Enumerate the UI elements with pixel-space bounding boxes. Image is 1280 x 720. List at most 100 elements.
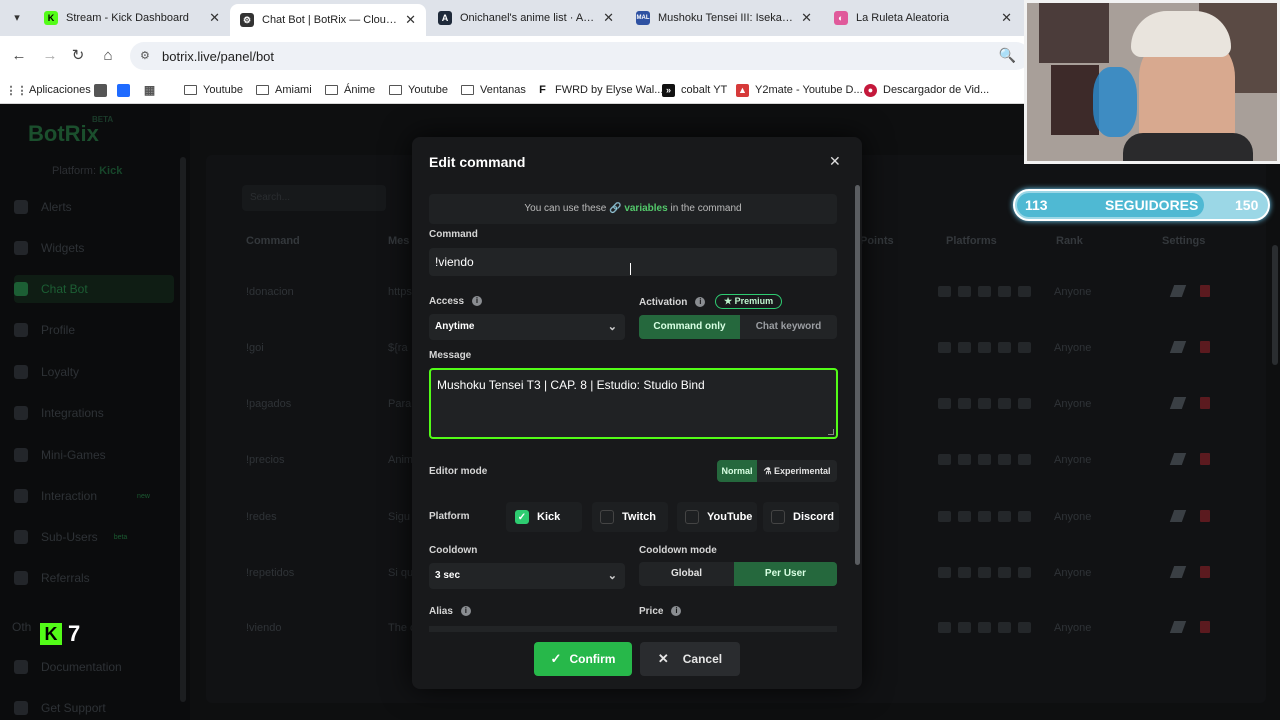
address-bar[interactable]: ⚙ botrix.live/panel/bot 🔍 (130, 42, 1030, 70)
alias-price-inputs-clipped[interactable] (429, 626, 837, 632)
tab-botrix-chatbot[interactable]: ⚙ Chat Bot | BotRix — Cloud Stre ✕ (230, 4, 426, 36)
cancel-button[interactable]: ✕ Cancel (640, 642, 740, 676)
search-input[interactable]: Search... (242, 185, 386, 211)
sidebar-item-chat-bot[interactable]: Chat Bot (14, 275, 174, 303)
editor-mode-experimental[interactable]: ⚗ Experimental (757, 460, 837, 482)
sidebar-scrollbar[interactable] (180, 157, 186, 702)
site-info-icon[interactable]: ⚙ (140, 49, 150, 62)
botrix-favicon-icon: ⚙ (240, 13, 254, 27)
bookmark-folder-ventanas[interactable]: Ventanas (461, 81, 526, 99)
info-icon[interactable]: i (671, 606, 682, 617)
sidebar-item-integrations[interactable]: Integrations (14, 399, 174, 427)
cooldown-mode-global[interactable]: Global (639, 562, 734, 586)
cooldown-mode-per-user[interactable]: Per User (734, 562, 837, 586)
sidebar-item-referrals[interactable]: Referrals (14, 564, 174, 592)
tab-title: Onichanel's anime list · AniList (460, 12, 596, 24)
bookmark-folder-youtube[interactable]: Youtube (184, 81, 243, 99)
sidebar-item-label: Interaction (41, 489, 98, 503)
platform-checkbox-youtube[interactable]: YouTube (685, 505, 752, 529)
column-header-message[interactable]: Mes (388, 235, 409, 247)
edit-icon[interactable] (1169, 397, 1187, 409)
sidebar-item-get-support[interactable]: Get Support (14, 694, 174, 720)
kick-logo-icon: K (40, 623, 62, 645)
close-tab-icon[interactable]: ✕ (209, 10, 220, 26)
platform-checkbox-twitch[interactable]: Twitch (600, 505, 656, 529)
home-icon[interactable]: ⌂ (98, 46, 118, 66)
sidebar-item-widgets[interactable]: Widgets (14, 234, 174, 262)
trash-icon[interactable] (1200, 621, 1210, 633)
bookmark-folder-amiami[interactable]: Amiami (256, 81, 312, 99)
bookmark-descargador[interactable]: ● Descargador de Vid... (864, 81, 989, 99)
sidebar-item-alerts[interactable]: Alerts (14, 193, 174, 221)
edit-icon[interactable] (1169, 566, 1187, 578)
bookmark-cobalt[interactable]: » cobalt YT (662, 81, 727, 99)
reload-icon[interactable]: ↻ (68, 46, 88, 66)
confirm-button[interactable]: ✓ Confirm (534, 642, 632, 676)
info-icon[interactable]: i (695, 297, 706, 308)
sidebar-item-profile[interactable]: Profile (14, 316, 174, 344)
close-tab-icon[interactable]: ✕ (405, 12, 416, 28)
resize-handle-icon[interactable] (828, 429, 834, 435)
platform-checkbox-discord[interactable]: Discord (771, 505, 834, 529)
trash-icon[interactable] (1200, 510, 1210, 522)
cancel-label: Cancel (682, 652, 723, 666)
activation-chat-keyword[interactable]: Chat keyword (740, 315, 837, 339)
activation-command-only[interactable]: Command only (639, 315, 740, 339)
chevron-down-icon: ⌄ (607, 321, 617, 333)
bookmark-folder-anime[interactable]: Ánime (325, 81, 375, 99)
tab-kick-dashboard[interactable]: K Stream - Kick Dashboard ✕ (34, 4, 230, 32)
bookmark-folder-youtube-2[interactable]: Youtube (389, 81, 448, 99)
column-header-platforms[interactable]: Platforms (946, 235, 997, 247)
close-tab-icon[interactable]: ✕ (603, 10, 614, 26)
message-textarea[interactable]: Mushoku Tensei T3 | CAP. 8 | Estudio: St… (429, 368, 838, 439)
tab-title: La Ruleta Aleatoria (856, 12, 949, 24)
sidebar-item-interaction[interactable]: Interaction new (14, 482, 174, 510)
bookmark-fwrd[interactable]: F FWRD by Elyse Wal... (536, 81, 663, 99)
sidebar-item-sub-users[interactable]: Sub-Users beta (14, 523, 174, 551)
trash-icon[interactable] (1200, 285, 1210, 297)
edit-icon[interactable] (1169, 453, 1187, 465)
trash-icon[interactable] (1200, 566, 1210, 578)
edit-icon[interactable] (1169, 621, 1187, 633)
close-tab-icon[interactable]: ✕ (801, 10, 812, 26)
access-select[interactable]: Anytime ⌄ (429, 314, 625, 340)
edit-icon[interactable] (1169, 510, 1187, 522)
sidebar-item-loyalty[interactable]: Loyalty (14, 358, 174, 386)
trash-icon[interactable] (1200, 453, 1210, 465)
column-header-command[interactable]: Command (246, 235, 300, 247)
trash-icon[interactable] (1200, 397, 1210, 409)
modal-scrollbar[interactable] (855, 185, 860, 565)
close-icon[interactable]: ✕ (829, 153, 841, 170)
column-header-points[interactable]: Points (860, 235, 894, 247)
forward-icon[interactable]: → (40, 46, 60, 66)
platform-name: Discord (793, 511, 834, 523)
back-icon[interactable]: ← (9, 46, 29, 66)
bookmark-apps[interactable]: ⋮⋮ Aplicaciones (6, 81, 91, 99)
bookmark-blank-1[interactable] (94, 81, 113, 99)
zoom-icon[interactable]: 🔍 (999, 47, 1016, 64)
edit-icon[interactable] (1169, 341, 1187, 353)
bookmark-blank-2[interactable] (117, 81, 136, 99)
editor-mode-normal[interactable]: Normal (717, 460, 757, 482)
trash-icon[interactable] (1200, 341, 1210, 353)
page-scrollbar[interactable] (1272, 245, 1278, 365)
variables-link[interactable]: variables (624, 203, 667, 214)
command-input[interactable]: !viendo (429, 248, 837, 276)
tab-anilist[interactable]: A Onichanel's anime list · AniList ✕ (428, 4, 624, 32)
column-header-rank[interactable]: Rank (1056, 235, 1083, 247)
sidebar-item-mini-games[interactable]: Mini-Games (14, 441, 174, 469)
tab-ruleta[interactable]: ◐ La Ruleta Aleatoria ✕ (824, 4, 1022, 32)
info-icon[interactable]: i (460, 606, 471, 617)
tab-mal[interactable]: MAL Mushoku Tensei III: Isekai Ittara ✕ (626, 4, 822, 32)
sidebar-item-documentation[interactable]: Documentation (14, 653, 174, 681)
platform-checkbox-kick[interactable]: ✓ Kick (515, 505, 560, 529)
bookmark-grid[interactable]: ▦ (143, 81, 162, 99)
close-tab-icon[interactable]: ✕ (1001, 10, 1012, 26)
sidebar-item-label: Sub-Users (41, 530, 98, 544)
edit-icon[interactable] (1169, 285, 1187, 297)
bookmark-y2mate[interactable]: ▲ Y2mate - Youtube D... (736, 81, 863, 99)
cooldown-select[interactable]: 3 sec ⌄ (429, 563, 625, 589)
info-icon[interactable]: i (472, 296, 483, 307)
tab-search-icon[interactable]: ▾ (8, 9, 26, 27)
variables-hint: You can use these 🔗 variables in the com… (429, 194, 837, 224)
